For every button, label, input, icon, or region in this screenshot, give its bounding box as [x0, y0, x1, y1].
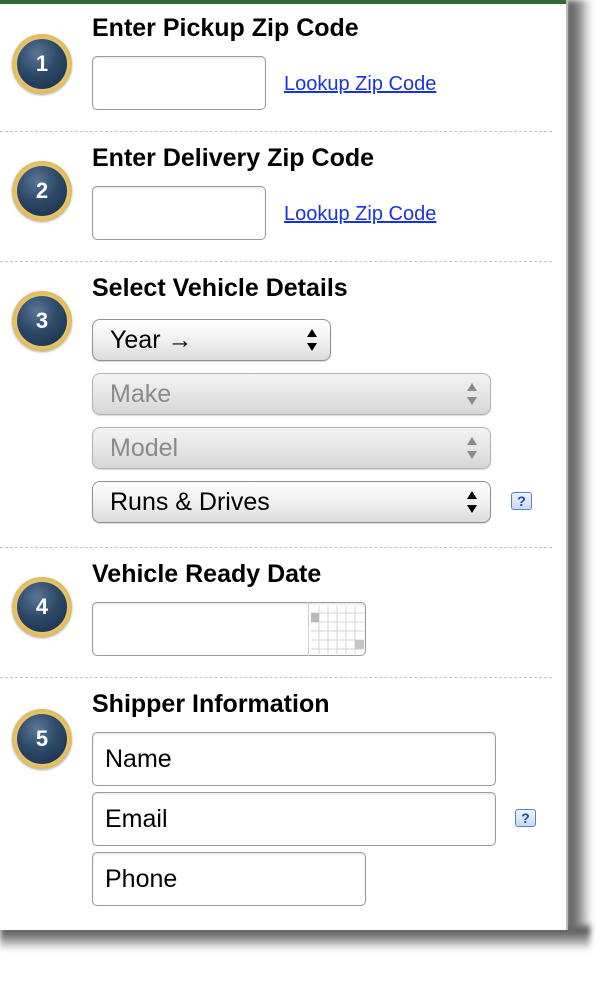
calendar-icon — [311, 606, 364, 654]
year-select-value: Year → — [110, 326, 193, 354]
make-select[interactable]: Make — [92, 373, 491, 415]
shipper-email-input[interactable]: Email — [92, 792, 496, 846]
model-select-value: Model — [110, 434, 179, 462]
lookup-pickup-zip-link[interactable]: Lookup Zip Code — [284, 73, 436, 96]
lookup-delivery-zip-link[interactable]: Lookup Zip Code — [284, 203, 436, 226]
email-placeholder: Email — [105, 805, 168, 833]
step-title-shipper-info: Shipper Information — [92, 690, 330, 718]
step-title-ready-date: Vehicle Ready Date — [92, 560, 322, 588]
step-number: 4 — [17, 582, 67, 632]
pickup-zip-input[interactable] — [92, 56, 266, 110]
shipper-phone-input[interactable]: Phone — [92, 852, 366, 906]
step-number: 5 — [17, 714, 67, 764]
help-icon[interactable]: ? — [511, 492, 532, 510]
select-arrows-icon — [307, 329, 317, 351]
step-number: 2 — [17, 166, 67, 216]
step-title-pickup-zip: Enter Pickup Zip Code — [92, 14, 359, 42]
step-title-delivery-zip: Enter Delivery Zip Code — [92, 144, 375, 172]
top-accent-bar — [0, 0, 568, 4]
step-badge-5: 5 — [12, 709, 72, 769]
quote-form-panel: 1 Enter Pickup Zip Code Lookup Zip Code … — [0, 0, 568, 930]
model-select[interactable]: Model — [92, 427, 491, 469]
section-divider — [0, 677, 552, 678]
calendar-button[interactable] — [308, 602, 365, 656]
panel-shadow-right — [565, 0, 593, 935]
shipper-name-input[interactable]: Name — [92, 732, 496, 786]
select-arrows-icon — [467, 383, 477, 405]
section-divider — [0, 261, 552, 262]
step-badge-2: 2 — [12, 161, 72, 221]
section-divider — [0, 131, 552, 132]
step-number: 3 — [17, 296, 67, 346]
panel-border — [566, 0, 568, 930]
vehicle-condition-value: Runs & Drives — [110, 488, 270, 516]
phone-placeholder: Phone — [105, 865, 178, 893]
section-divider — [0, 547, 552, 548]
step-number: 1 — [17, 39, 67, 89]
vehicle-condition-select[interactable]: Runs & Drives — [92, 481, 491, 523]
delivery-zip-input[interactable] — [92, 186, 266, 240]
name-placeholder: Name — [105, 745, 172, 773]
make-select-value: Make — [110, 380, 172, 408]
select-arrows-icon — [467, 491, 477, 513]
year-select[interactable]: Year → — [92, 319, 331, 361]
help-icon[interactable]: ? — [515, 809, 536, 827]
step-badge-1: 1 — [12, 34, 72, 94]
step-title-vehicle-details: Select Vehicle Details — [92, 274, 348, 302]
step-badge-3: 3 — [12, 291, 72, 351]
select-arrows-icon — [467, 437, 477, 459]
step-badge-4: 4 — [12, 577, 72, 637]
